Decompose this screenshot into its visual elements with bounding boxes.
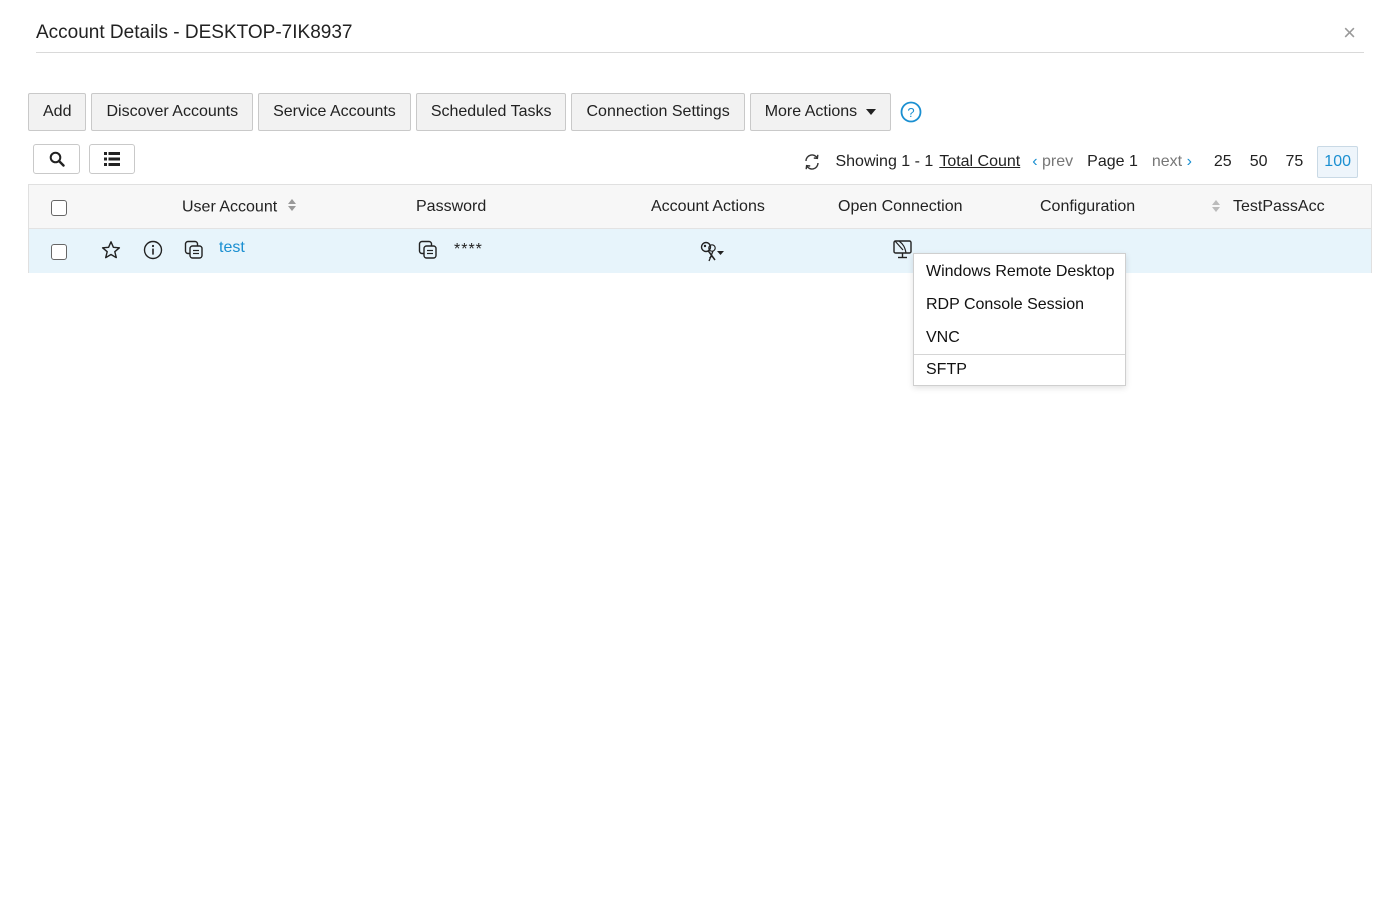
service-accounts-label: Service Accounts — [273, 103, 396, 120]
menu-item-rdp-console-session[interactable]: RDP Console Session — [914, 296, 1125, 314]
svg-text:?: ? — [908, 105, 915, 120]
table-header: User Account Password Account Actions Op… — [29, 185, 1371, 229]
dialog-header: Account Details - DESKTOP-7IK8937 × — [36, 18, 1364, 53]
menu-divider — [914, 354, 1125, 355]
discover-accounts-button[interactable]: Discover Accounts — [91, 93, 254, 131]
page-size-75[interactable]: 75 — [1286, 153, 1304, 171]
service-accounts-button[interactable]: Service Accounts — [258, 93, 411, 131]
close-button[interactable]: × — [1343, 22, 1356, 44]
sort-icon — [287, 198, 297, 217]
open-connection-icon[interactable] — [891, 238, 915, 260]
connection-menu: Windows Remote Desktop RDP Console Sessi… — [913, 253, 1126, 386]
page-size-25[interactable]: 25 — [1214, 153, 1232, 171]
dialog-title: Account Details - DESKTOP-7IK8937 — [36, 22, 353, 43]
prev-label: prev — [1042, 153, 1074, 170]
scheduled-tasks-button[interactable]: Scheduled Tasks — [415, 93, 567, 131]
table-row[interactable]: test **** — [29, 229, 1371, 273]
search-icon — [49, 151, 65, 167]
add-button-label: Add — [43, 103, 72, 120]
accounts-table: User Account Password Account Actions Op… — [28, 184, 1372, 273]
password-masked[interactable]: **** — [454, 241, 483, 259]
menu-item-windows-remote-desktop[interactable]: Windows Remote Desktop — [914, 263, 1125, 281]
page-indicator: Page 1 — [1087, 153, 1138, 170]
column-testpassacc: TestPassAcc — [1233, 198, 1325, 215]
copy-icon[interactable] — [184, 240, 204, 260]
more-actions-button[interactable]: More Actions — [749, 93, 892, 131]
account-actions-icon[interactable] — [698, 241, 726, 263]
page-size-50[interactable]: 50 — [1250, 153, 1268, 171]
column-user-account[interactable]: User Account — [182, 198, 297, 217]
column-user-account-label: User Account — [182, 198, 278, 216]
connection-settings-button[interactable]: Connection Settings — [571, 93, 745, 131]
chevron-right-icon: › — [1186, 153, 1192, 170]
question-circle-icon[interactable]: ? — [900, 101, 922, 123]
discover-accounts-label: Discover Accounts — [106, 103, 239, 120]
next-button[interactable]: next › — [1152, 153, 1192, 171]
prev-button[interactable]: ‹ prev — [1032, 153, 1073, 171]
star-icon[interactable] — [101, 240, 121, 260]
row-checkbox[interactable] — [51, 244, 67, 260]
select-all-checkbox[interactable] — [51, 200, 67, 216]
info-icon[interactable] — [143, 240, 163, 260]
copy-password-icon[interactable] — [418, 240, 438, 260]
scheduled-tasks-label: Scheduled Tasks — [430, 103, 552, 120]
next-label: next — [1151, 153, 1183, 170]
user-account-link[interactable]: test — [219, 239, 245, 257]
showing-range: Showing 1 - 1 — [835, 153, 934, 170]
column-open-connection: Open Connection — [838, 198, 963, 215]
page-size-100[interactable]: 100 — [1317, 146, 1358, 178]
pagination: Showing 1 - 1 Total Count ‹ prev Page 1 … — [803, 146, 1358, 178]
list-icon — [104, 152, 120, 166]
caret-down-icon — [866, 109, 877, 115]
connection-settings-label: Connection Settings — [586, 103, 730, 120]
refresh-icon[interactable] — [803, 153, 821, 171]
add-button[interactable]: Add — [28, 93, 87, 131]
search-button[interactable] — [33, 144, 80, 174]
column-chooser-button[interactable] — [89, 144, 135, 174]
sort-icon[interactable] — [1211, 199, 1221, 218]
menu-item-sftp[interactable]: SFTP — [914, 361, 1125, 379]
toolbar: Add Discover Accounts Service Accounts S… — [28, 93, 922, 131]
column-account-actions: Account Actions — [651, 198, 765, 215]
total-count-link[interactable]: Total Count — [939, 153, 1020, 171]
chevron-left-icon: ‹ — [1032, 153, 1038, 170]
column-configuration: Configuration — [1040, 198, 1136, 215]
column-password: Password — [416, 198, 487, 215]
menu-item-vnc[interactable]: VNC — [914, 329, 1125, 347]
more-actions-label: More Actions — [764, 103, 858, 120]
